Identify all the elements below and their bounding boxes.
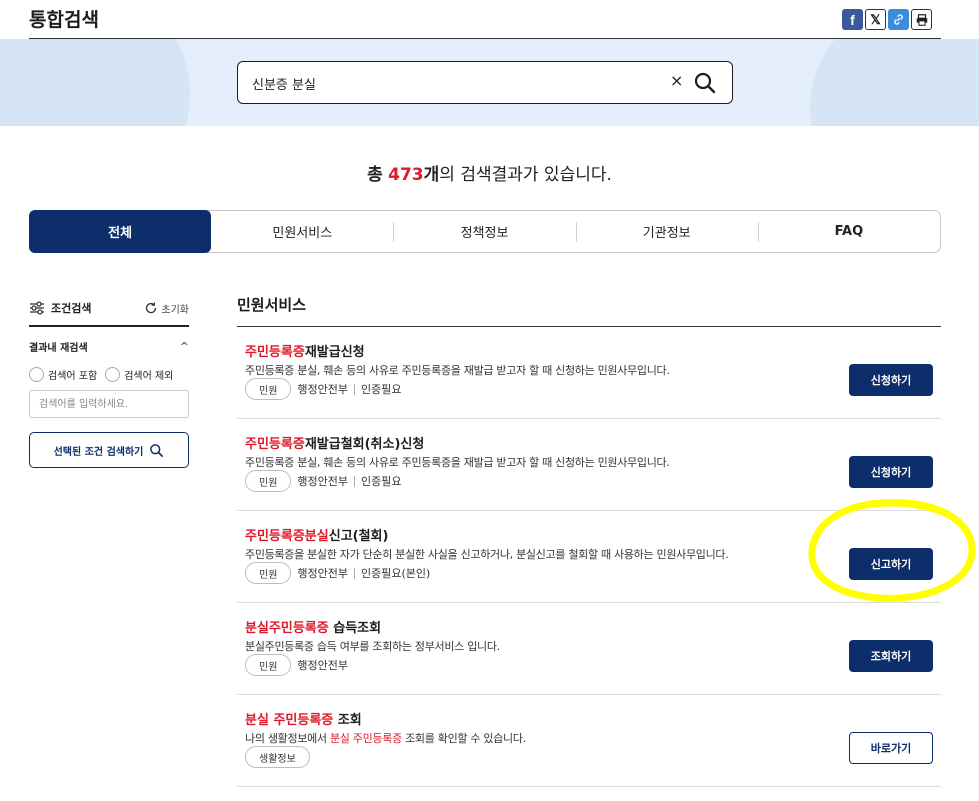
result-prefix: 총 (367, 165, 383, 185)
refine-search-input[interactable] (29, 390, 189, 418)
title-highlight: 분실주민등록증 (245, 621, 329, 636)
x-icon[interactable]: 𝕏 (865, 9, 886, 30)
radio-circle[interactable] (29, 367, 44, 382)
reset-button[interactable]: 초기화 (144, 301, 189, 316)
exclude-radio[interactable]: 검색어 제외 (105, 367, 173, 382)
result-suffix: 의 검색결과가 있습니다. (439, 165, 612, 185)
result-item: 분실주민등록증 습득조회 분실주민등록증 습득 여부를 조회하는 정부서비스 입… (237, 603, 941, 695)
page-title: 통합검색 (29, 9, 99, 31)
result-description: 주민등록증 분실, 훼손 등의 사유로 주민등록증을 재발급 받고자 할 때 신… (245, 456, 670, 469)
title-text: 조회 (333, 713, 362, 728)
title-highlight: 주민등록증분실 (245, 529, 329, 544)
result-title[interactable]: 분실주민등록증 습득조회 (245, 617, 381, 636)
link-icon[interactable] (888, 9, 909, 30)
filter-label: 조건검색 (51, 302, 92, 315)
hero-decoration (810, 39, 979, 126)
result-description: 분실주민등록증 습득 여부를 조회하는 정부서비스 입니다. (245, 640, 500, 653)
category-chip: 민원 (245, 470, 292, 492)
lookup-button[interactable]: 조회하기 (849, 640, 933, 672)
result-meta: 민원 행정안전부 (245, 654, 348, 676)
refine-label: 결과내 재검색 (29, 343, 88, 354)
report-button[interactable]: 신고하기 (849, 548, 933, 580)
result-meta: 민원 행정안전부 인증필요 (245, 470, 402, 492)
agency-name: 행정안전부 (297, 383, 349, 396)
results-main: 민원서비스 주민등록증재발급신청 주민등록증 분실, 훼손 등의 사유로 주민등… (237, 294, 941, 787)
chevron-up-icon: ^ (179, 340, 189, 353)
section-title: 민원서비스 (237, 296, 307, 314)
category-chip: 민원 (245, 378, 292, 400)
result-item: 주민등록증재발급신청 주민등록증 분실, 훼손 등의 사유로 주민등록증을 재발… (237, 327, 941, 419)
result-description: 주민등록증을 분실한 자가 단순히 분실한 사실을 신고하거나, 분실신고를 철… (245, 548, 729, 561)
include-label: 검색어 포함 (48, 371, 98, 382)
clear-icon[interactable]: × (670, 71, 683, 90)
auth-requirement: 인증필요 (361, 383, 402, 396)
auth-requirement: 인증필요 (361, 475, 402, 488)
filtered-search-label: 선택된 조건 검색하기 (53, 446, 144, 458)
desc-highlight: 분실 주민등록증 (329, 732, 402, 745)
facebook-icon[interactable]: f (842, 9, 863, 30)
radio-circle[interactable] (105, 367, 121, 382)
share-toolbar: f 𝕏 (842, 9, 932, 30)
include-radio[interactable]: 검색어 포함 (29, 367, 97, 382)
title-highlight: 주민등록증 (245, 437, 305, 452)
print-icon[interactable] (911, 9, 932, 30)
result-meta: 생활정보 (245, 746, 310, 768)
search-icon[interactable] (693, 71, 717, 95)
tab-all[interactable]: 전체 (29, 210, 212, 253)
result-description: 나의 생활정보에서 분실 주민등록증 조회를 확인할 수 있습니다. (245, 730, 526, 746)
hero-decoration (0, 39, 190, 126)
apply-button[interactable]: 신청하기 (849, 364, 933, 396)
reset-label: 초기화 (161, 304, 189, 316)
exclude-label: 검색어 제외 (124, 371, 174, 382)
agency-name: 행정안전부 (297, 567, 349, 580)
tab-agency-info[interactable]: 기관정보 (575, 211, 758, 252)
title-text: 신고(철회) (328, 529, 389, 544)
result-meta: 민원 행정안전부 인증필요 (245, 378, 402, 400)
result-title[interactable]: 분실 주민등록증 조회 (245, 709, 362, 728)
result-item: 주민등록증재발급철회(취소)신청 주민등록증 분실, 훼손 등의 사유로 주민등… (237, 419, 941, 511)
meta-divider (354, 567, 356, 579)
agency-name: 행정안전부 (297, 659, 349, 672)
title-highlight: 주민등록증 (245, 345, 305, 360)
apply-button[interactable]: 신청하기 (849, 456, 933, 488)
result-count: 총 473개의 검색결과가 있습니다. (0, 160, 979, 185)
category-chip: 생활정보 (245, 746, 310, 768)
result-title[interactable]: 주민등록증재발급신청 (245, 341, 365, 360)
tab-civil-services[interactable]: 민원서비스 (211, 211, 393, 252)
result-item: 분실 주민등록증 조회 나의 생활정보에서 분실 주민등록증 조회를 확인할 수… (237, 695, 941, 787)
title-text: 재발급철회(취소)신청 (304, 437, 425, 452)
auth-requirement: 인증필요(본인) (361, 567, 431, 580)
title-highlight: 분실 주민등록증 (245, 713, 334, 728)
sidebar-divider (29, 325, 189, 327)
title-text: 재발급신청 (304, 345, 365, 360)
category-chip: 민원 (245, 654, 292, 676)
agency-name: 행정안전부 (297, 475, 349, 488)
result-title[interactable]: 주민등록증재발급철회(취소)신청 (245, 433, 424, 452)
title-text: 습득조회 (328, 621, 382, 636)
filter-icon (30, 301, 44, 315)
search-icon (150, 443, 164, 457)
result-description: 주민등록증 분실, 훼손 등의 사유로 주민등록증을 재발급 받고자 할 때 신… (245, 364, 670, 377)
result-title[interactable]: 주민등록증분실신고(철회) (245, 525, 388, 544)
filtered-search-button[interactable]: 선택된 조건 검색하기 (29, 432, 189, 468)
result-unit: 개 (423, 165, 440, 185)
result-meta: 민원 행정안전부 인증필요(본인) (245, 562, 430, 584)
search-box: × (237, 61, 733, 104)
meta-divider (354, 475, 356, 487)
refine-toggle[interactable]: 결과내 재검색 ^ (29, 339, 189, 354)
refresh-icon (146, 302, 157, 314)
search-input[interactable] (252, 72, 652, 94)
meta-divider (354, 383, 356, 395)
tab-faq[interactable]: FAQ (757, 211, 940, 252)
tab-policy-info[interactable]: 정책정보 (393, 211, 575, 252)
desc-text: 나의 생활정보에서 (245, 732, 330, 745)
result-item: 주민등록증분실신고(철회) 주민등록증을 분실한 자가 단순히 분실한 사실을 … (237, 511, 941, 603)
desc-text: 조회를 확인할 수 있습니다. (401, 732, 526, 745)
filter-sidebar: 조건검색 초기화 결과내 재검색 ^ 검색어 포함 검색어 제외 선택된 조건 … (29, 296, 189, 468)
category-tabs: 전체 민원서비스 정책정보 기관정보 FAQ (29, 210, 941, 253)
shortcut-button[interactable]: 바로가기 (849, 732, 933, 764)
result-number: 473 (388, 165, 424, 185)
category-chip: 민원 (245, 562, 292, 584)
